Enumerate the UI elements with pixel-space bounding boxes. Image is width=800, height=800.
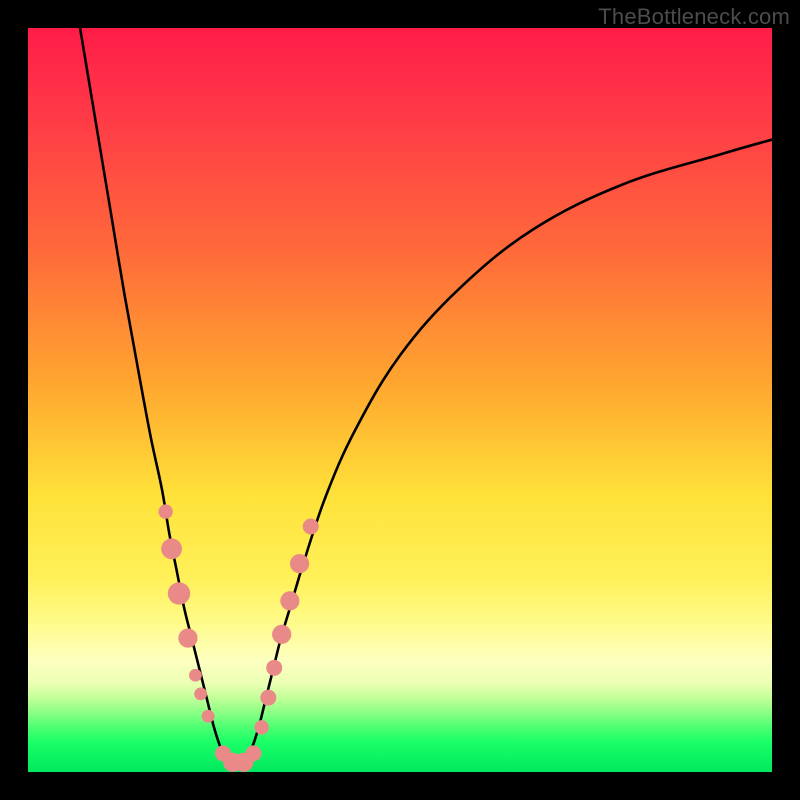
curve-marker bbox=[194, 687, 207, 700]
bottleneck-curve-path bbox=[80, 28, 772, 766]
curve-marker bbox=[202, 710, 215, 723]
curve-marker bbox=[189, 669, 202, 682]
curve-marker bbox=[280, 591, 299, 610]
curve-marker bbox=[266, 660, 282, 676]
curve-marker bbox=[290, 554, 309, 573]
plot-area bbox=[28, 28, 772, 772]
curve-marker bbox=[260, 690, 276, 706]
curve-marker bbox=[161, 538, 182, 559]
curve-marker bbox=[254, 720, 268, 734]
watermark-text: TheBottleneck.com bbox=[598, 4, 790, 30]
outer-frame: TheBottleneck.com bbox=[0, 0, 800, 800]
curve-marker bbox=[178, 628, 197, 647]
curve-marker bbox=[245, 745, 261, 761]
curve-marker bbox=[168, 582, 190, 604]
curve-marker bbox=[303, 518, 319, 534]
curve-marker bbox=[272, 625, 291, 644]
curve-marker bbox=[158, 504, 172, 518]
curve-layer bbox=[28, 28, 772, 772]
bottleneck-curve bbox=[80, 28, 772, 766]
marker-group bbox=[158, 504, 318, 772]
